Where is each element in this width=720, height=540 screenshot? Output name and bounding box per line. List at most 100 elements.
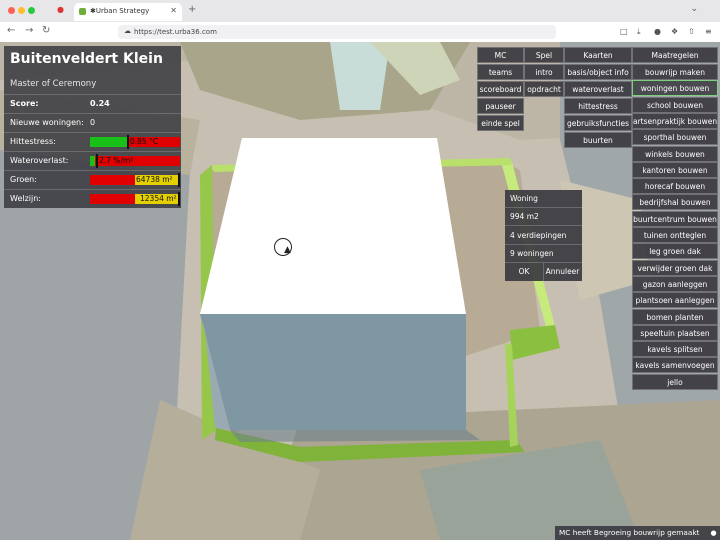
heat-label: Hittestress: (10, 137, 56, 146)
score-value: 0.24 (90, 99, 110, 108)
tab-favicon-icon (79, 8, 86, 15)
menu-item-tuinen-ontteglen[interactable]: tuinen ontteglen (632, 227, 718, 243)
new-tab-button[interactable]: + (188, 4, 196, 15)
new-homes-row: Nieuwe woningen: 0 (4, 113, 181, 132)
water-label: Wateroverlast: (10, 156, 69, 165)
address-bar[interactable]: ☁ https://test.urba36.com (118, 25, 556, 39)
menu-item-bedrijfshal-bouwen[interactable]: bedrijfshal bouwen (632, 194, 718, 211)
popup-homes[interactable]: 9 woningen (505, 245, 582, 263)
menu-item-kavels-splitsen[interactable]: kavels splitsen (632, 341, 718, 358)
menu-item-leg-groen-dak[interactable]: leg groen dak (632, 243, 718, 260)
menu-item-jello[interactable]: jello (632, 373, 718, 390)
share-icon[interactable]: ⇧ (688, 27, 695, 36)
puzzle-icon[interactable]: ❖ (671, 27, 678, 36)
browser-tab-bar: ● ✱Urban Strategy ✕ + ⌄ (0, 0, 720, 22)
menu-item-buurten[interactable]: buurten (564, 132, 632, 148)
status-message: MC heeft Begroeing bouwrijp gemaakt (555, 526, 707, 540)
popup-type: Woning (505, 190, 582, 208)
menu-item-opdracht[interactable]: opdracht (524, 81, 564, 97)
green-bar-marker (178, 173, 180, 187)
menu-item-plantsoen-aanleggen[interactable]: plantsoen aanleggen (632, 292, 718, 309)
menu-item-winkels-bouwen[interactable]: winkels bouwen (632, 145, 718, 162)
menu-item-woningen-bouwen[interactable]: woningen bouwen (632, 80, 718, 97)
tab-close-icon[interactable]: ✕ (170, 6, 177, 15)
heat-value: 0.85 °C (130, 137, 159, 146)
new-homes-label: Nieuwe woningen: (10, 118, 84, 127)
active-tab[interactable]: ✱Urban Strategy ✕ (74, 3, 182, 21)
welfare-row: Welzijn: 12354 m² (4, 189, 181, 208)
forward-icon[interactable]: → (25, 25, 33, 36)
menu-item-sporthal-bouwen[interactable]: sporthal bouwen (632, 129, 718, 146)
building-popup: Woning 994 m2 4 verdiepingen 9 woningen … (505, 190, 582, 281)
welfare-value: 12354 m² (140, 194, 177, 203)
menu-item-school-bouwen[interactable]: school bouwen (632, 96, 718, 113)
menu-icon[interactable]: ≡ (705, 27, 712, 36)
role-label: Master of Ceremony (10, 79, 97, 89)
score-row: Score: 0.24 (4, 94, 181, 113)
menu-item-basis-object-info[interactable]: basis/object info (564, 64, 632, 80)
menu-header-kaarten[interactable]: Kaarten (564, 47, 632, 63)
popup-area: 994 m2 (505, 208, 582, 226)
menu-item-scoreboard[interactable]: scoreboard (477, 81, 524, 97)
menu-item-hittestress[interactable]: hittestress (564, 98, 632, 114)
status-dot-icon[interactable]: ● (707, 526, 720, 540)
heat-bar-fill (90, 137, 128, 147)
tab-title: ✱Urban Strategy (90, 7, 150, 15)
water-bar-fill (90, 156, 96, 166)
extensions-icon[interactable]: ● (654, 27, 661, 36)
menu-item-gebruiksfuncties[interactable]: gebruiksfuncties (564, 115, 632, 131)
minimize-window-button[interactable] (18, 7, 25, 14)
green-bar: 64738 m² (90, 173, 180, 187)
menu-item-teams[interactable]: teams (477, 64, 524, 80)
menu-header-maatregelen[interactable]: Maatregelen (632, 47, 718, 63)
menu-item-artsenpraktijk-bouwen[interactable]: artsenpraktijk bouwen (632, 112, 718, 129)
info-panel: Buitenveldert Klein Master of Ceremony S… (4, 46, 181, 208)
popup-floors[interactable]: 4 verdiepingen (505, 227, 582, 245)
close-window-button[interactable] (8, 7, 15, 14)
shield-icon[interactable]: □ (620, 27, 628, 36)
heat-bar: 0.85 °C (90, 135, 180, 149)
placement-cursor: ▲ (274, 238, 292, 256)
menu-item-buurtcentrum-bouwen[interactable]: buurtcentrum bouwen (632, 210, 718, 227)
browser-toolbar: ← → ↻ ☁ https://test.urba36.com □ ⤓ ● ❖ … (0, 22, 720, 43)
download-icon[interactable]: ⤓ (637, 27, 641, 37)
green-label: Groen: (10, 175, 37, 184)
welfare-bar-marker (178, 192, 180, 206)
score-label: Score: (10, 99, 39, 108)
project-title: Buitenveldert Klein (10, 51, 163, 67)
green-row: Groen: 64738 m² (4, 170, 181, 189)
water-row: Wateroverlast: 2.7 %/m² (4, 151, 181, 170)
menu-item-speeltuin-plaatsen[interactable]: speeltuin plaatsen (632, 324, 718, 341)
menu-item-pauseer[interactable]: pauseer (477, 98, 524, 114)
water-bar: 2.7 %/m² (90, 154, 180, 168)
menu-header-mc[interactable]: MC (477, 47, 524, 63)
lock-icon: ☁ (124, 27, 131, 35)
welfare-bar: 12354 m² (90, 192, 180, 206)
menu-item-verwijder-groen-dak[interactable]: verwijder groen dak (632, 259, 718, 276)
menu-item-einde-spel[interactable]: einde spel (477, 115, 524, 131)
menu-item-bomen-planten[interactable]: bomen planten (632, 308, 718, 325)
welfare-label: Welzijn: (10, 194, 41, 203)
menu-item-wateroverlast[interactable]: wateroverlast (564, 81, 632, 97)
menu-item-kantoren-bouwen[interactable]: kantoren bouwen (632, 161, 718, 178)
back-icon[interactable]: ← (7, 25, 15, 36)
menu-item-kavels-samenvoegen[interactable]: kavels samenvoegen (632, 357, 718, 374)
browser-logo-icon: ● (57, 5, 64, 14)
new-homes-value: 0 (90, 118, 96, 127)
menu-header-spel[interactable]: Spel (524, 47, 564, 63)
pointer-icon: ▲ (284, 245, 291, 255)
water-value: 2.7 %/m² (99, 156, 134, 165)
menu-item-gazon-aanleggen[interactable]: gazon aanleggen (632, 275, 718, 292)
cancel-button[interactable]: Annuleer (543, 263, 582, 281)
menu-item-horecaf-bouwen[interactable]: horecaf bouwen (632, 178, 718, 195)
menu-item-bouwrijp-maken[interactable]: bouwrijp maken (632, 64, 718, 80)
url-text: https://test.urba36.com (134, 28, 217, 36)
ok-button[interactable]: OK (505, 263, 544, 281)
reload-icon[interactable]: ↻ (42, 25, 50, 36)
menu-item-intro[interactable]: intro (524, 64, 564, 80)
water-bar-marker (96, 154, 98, 168)
maximize-window-button[interactable] (28, 7, 35, 14)
heat-bar-marker (127, 135, 129, 149)
heat-row: Hittestress: 0.85 °C (4, 132, 181, 151)
tab-list-icon[interactable]: ⌄ (690, 4, 698, 14)
